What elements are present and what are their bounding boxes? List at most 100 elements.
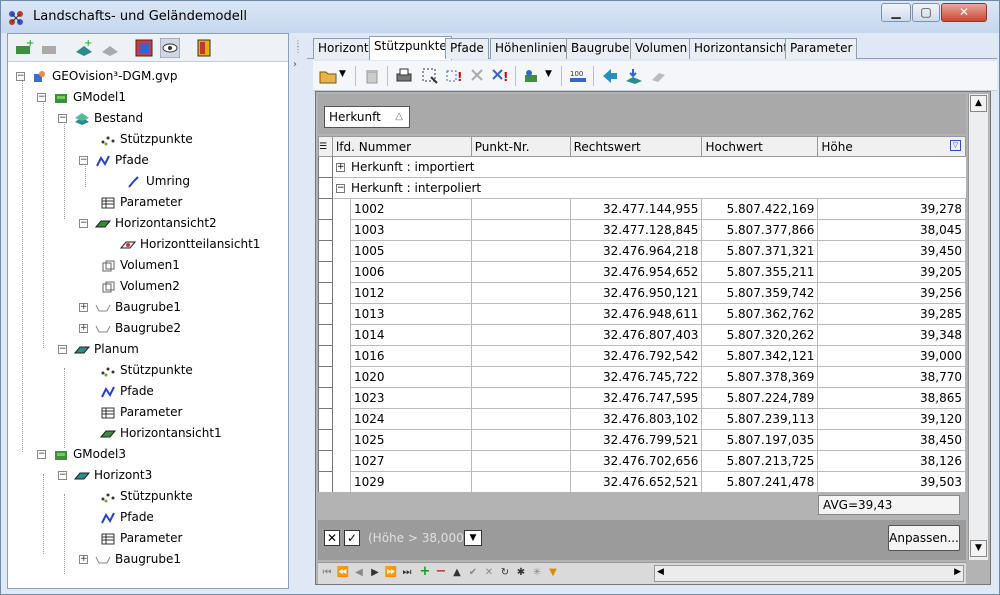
- next-page-icon[interactable]: ⏩: [384, 567, 398, 578]
- tree-item-umring[interactable]: Umring: [126, 171, 190, 191]
- cell-hoehe[interactable]: 39,256: [817, 282, 966, 304]
- filter-funnel-icon[interactable]: ▼: [546, 567, 560, 578]
- cell-hoehe[interactable]: 38,126: [817, 450, 966, 472]
- dropdown-arrow-icon[interactable]: ▼: [545, 69, 552, 79]
- cell-hoehe[interactable]: 39,450: [817, 240, 966, 262]
- cell-punkt-nr[interactable]: [470, 429, 571, 451]
- cell-hochwert[interactable]: 5.807.378,369: [701, 366, 819, 388]
- cell-hoehe[interactable]: 39,348: [817, 324, 966, 346]
- tree-item-parameter[interactable]: Parameter: [100, 192, 182, 212]
- cell-hochwert[interactable]: 5.807.239,113: [701, 408, 819, 430]
- cell-lfd-nummer[interactable]: 1025: [349, 429, 472, 451]
- minimize-button[interactable]: ▁: [881, 3, 911, 22]
- cell-hochwert[interactable]: 5.807.224,789: [701, 387, 819, 409]
- next-record-icon[interactable]: ▶: [368, 567, 382, 578]
- collapse-left-icon[interactable]: ›: [293, 59, 297, 70]
- import-points-icon[interactable]: [625, 67, 643, 85]
- row-selector[interactable]: [318, 282, 333, 304]
- remove-model-icon[interactable]: [40, 38, 60, 58]
- select-region-icon[interactable]: [421, 67, 439, 85]
- group-row-interpoliert[interactable]: − Herkunft : interpoliert: [318, 177, 966, 199]
- deselect-warning-icon[interactable]: !: [491, 67, 509, 85]
- cell-punkt-nr[interactable]: [470, 240, 571, 262]
- tree-item-parameter[interactable]: Parameter: [100, 402, 182, 422]
- goto-bookmark-icon[interactable]: ✳: [530, 567, 544, 578]
- collapse-toggle[interactable]: −: [58, 471, 67, 480]
- cell-hoehe[interactable]: 38,450: [817, 429, 966, 451]
- add-model-icon[interactable]: +: [14, 38, 34, 58]
- column-chooser-icon[interactable]: ☰: [318, 136, 333, 157]
- scroll-up-button[interactable]: ▲: [970, 95, 987, 112]
- table-row[interactable]: 1025 32.476.799,521 5.807.197,035 38,450: [318, 429, 966, 451]
- tree-item-stuetzpunkte[interactable]: Stützpunkte: [100, 360, 193, 380]
- row-selector[interactable]: [318, 429, 333, 451]
- cell-hoehe[interactable]: 39,205: [817, 261, 966, 283]
- table-row[interactable]: 1013 32.476.948,611 5.807.362,762 39,285: [318, 303, 966, 325]
- points-settings-icon[interactable]: [523, 67, 541, 85]
- deselect-icon[interactable]: [469, 67, 487, 85]
- table-row[interactable]: 1006 32.476.954,652 5.807.355,211 39,205: [318, 261, 966, 283]
- panel-splitter[interactable]: ⋮ ⋮ ›: [290, 33, 306, 589]
- table-row[interactable]: 1016 32.476.792,542 5.807.342,121 39,000: [318, 345, 966, 367]
- cell-punkt-nr[interactable]: [470, 261, 571, 283]
- row-selector[interactable]: [318, 156, 333, 178]
- table-row[interactable]: 1024 32.476.803,102 5.807.239,113 39,120: [318, 408, 966, 430]
- collapse-toggle[interactable]: −: [58, 114, 67, 123]
- tree-item-pfade[interactable]: Pfade: [100, 381, 154, 401]
- expand-toggle[interactable]: +: [79, 303, 88, 312]
- cell-hoehe[interactable]: 39,120: [817, 408, 966, 430]
- prev-record-icon[interactable]: ◀: [352, 567, 366, 578]
- cell-rechtswert[interactable]: 32.477.144,955: [569, 198, 703, 220]
- cell-lfd-nummer[interactable]: 1005: [349, 240, 472, 262]
- cell-hoehe[interactable]: 39,503: [817, 471, 966, 492]
- arrow-back-icon[interactable]: [601, 67, 619, 85]
- cell-hochwert[interactable]: 5.807.342,121: [701, 345, 819, 367]
- eraser-icon[interactable]: [649, 67, 667, 85]
- cell-hochwert[interactable]: 5.807.213,725: [701, 450, 819, 472]
- cell-rechtswert[interactable]: 32.476.954,652: [569, 261, 703, 283]
- add-layer-icon[interactable]: +: [74, 38, 94, 58]
- horizontal-scrollbar[interactable]: ◀ ▶: [654, 565, 964, 582]
- tree-item-horizontteilansicht1[interactable]: Horizontteilansicht1: [120, 234, 260, 254]
- prev-page-icon[interactable]: ⏪: [336, 567, 350, 578]
- tree-item-horizont3[interactable]: − Horizont3: [58, 465, 152, 485]
- tree-root[interactable]: − GEOvision³-DGM.gvp: [16, 66, 177, 86]
- filter-expression[interactable]: (Höhe > 38,000): [368, 531, 468, 545]
- collapse-toggle[interactable]: −: [16, 72, 25, 81]
- filter-icon[interactable]: ▽: [950, 140, 961, 151]
- table-row[interactable]: 1002 32.477.144,955 5.807.422,169 39,278: [318, 198, 966, 220]
- cell-punkt-nr[interactable]: [470, 198, 571, 220]
- column-header-punkt-nr[interactable]: Punkt-Nr.: [470, 136, 571, 157]
- tree-item-baugrube1[interactable]: + Baugrube1: [79, 297, 181, 317]
- cell-punkt-nr[interactable]: [470, 387, 571, 409]
- table-row[interactable]: 1005 32.476.964,218 5.807.371,321 39,450: [318, 240, 966, 262]
- row-selector[interactable]: [318, 366, 333, 388]
- cell-punkt-nr[interactable]: [470, 408, 571, 430]
- edit-record-icon[interactable]: ▲: [450, 567, 464, 578]
- cell-lfd-nummer[interactable]: 1006: [349, 261, 472, 283]
- column-header-rechtswert[interactable]: Rechtswert: [569, 136, 703, 157]
- row-selector[interactable]: [318, 387, 333, 409]
- delete-icon[interactable]: [363, 67, 381, 85]
- render-icon[interactable]: [134, 38, 154, 58]
- cell-lfd-nummer[interactable]: 1016: [349, 345, 472, 367]
- collapse-toggle[interactable]: −: [58, 345, 67, 354]
- last-record-icon[interactable]: ⏭: [400, 567, 414, 578]
- delete-record-icon[interactable]: −: [434, 564, 448, 579]
- cell-punkt-nr[interactable]: [470, 471, 571, 492]
- tree-item-parameter[interactable]: Parameter: [100, 528, 182, 548]
- cell-rechtswert[interactable]: 32.476.948,611: [569, 303, 703, 325]
- cell-rechtswert[interactable]: 32.476.799,521: [569, 429, 703, 451]
- cell-hoehe[interactable]: 38,045: [817, 219, 966, 241]
- cell-hochwert[interactable]: 5.807.320,262: [701, 324, 819, 346]
- print-icon[interactable]: [395, 67, 413, 85]
- tab-horizont[interactable]: Horizont: [313, 38, 374, 59]
- cell-lfd-nummer[interactable]: 1020: [349, 366, 472, 388]
- tab-hoehenlinien[interactable]: Höhenlinien: [490, 38, 572, 59]
- row-selector[interactable]: [318, 471, 333, 492]
- tree-item-horizontansicht2[interactable]: − Horizontansicht2: [79, 213, 217, 233]
- cell-hochwert[interactable]: 5.807.197,035: [701, 429, 819, 451]
- tree-item-gmodel3[interactable]: − GModel3: [37, 444, 126, 464]
- cell-hoehe[interactable]: 39,278: [817, 198, 966, 220]
- tree-item-horizontansicht1[interactable]: Horizontansicht1: [100, 423, 222, 443]
